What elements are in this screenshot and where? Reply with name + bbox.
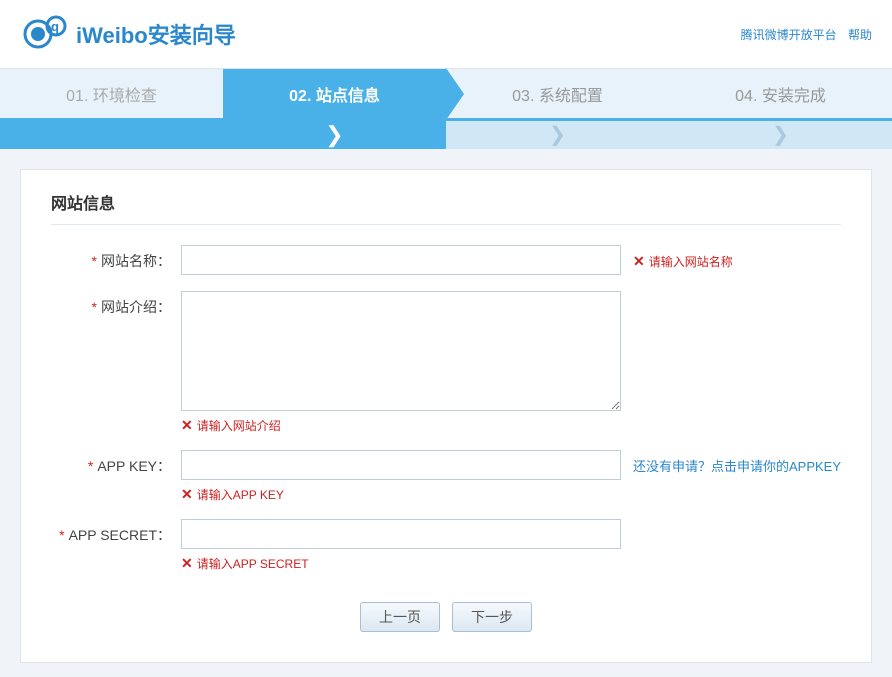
button-row: 上一页 下一步	[51, 602, 841, 632]
app-secret-field-wrapper: ✕ 请输入APP SECRET	[181, 519, 621, 572]
header-links: 腾讯微博开放平台 帮助	[733, 26, 872, 43]
step-4: 04. 安装完成	[669, 69, 892, 118]
site-intro-row: *网站介绍： ✕ 请输入网站介绍	[51, 291, 841, 434]
step-nav: 01. 环境检查 02. 站点信息 03. 系统配置 04. 安装完成	[0, 69, 892, 121]
arrow-3: ❯	[446, 121, 669, 149]
logo-area: q iWeibo安装向导	[20, 10, 236, 58]
arrow-row: ❯ ❯ ❯	[0, 121, 892, 149]
app-key-field-wrapper: 还没有申请？点击申请你的APPKEY ✕ 请输入APP KEY	[181, 450, 841, 503]
site-name-row: *网站名称： ✕ 请输入网站名称	[51, 245, 841, 275]
app-secret-input[interactable]	[181, 519, 621, 549]
site-name-field-wrapper: ✕ 请输入网站名称	[181, 245, 733, 275]
site-name-error: ✕ 请输入网站名称	[633, 253, 733, 270]
step-1: 01. 环境检查	[0, 69, 223, 118]
help-link[interactable]: 帮助	[848, 28, 872, 42]
step-2: 02. 站点信息	[223, 69, 446, 118]
main-content: 网站信息 *网站名称： ✕ 请输入网站名称 *网站介绍： ✕ 请输入网站介绍	[20, 169, 872, 663]
logo-icon: q	[20, 10, 68, 58]
app-secret-error: ✕ 请输入APP SECRET	[181, 555, 621, 572]
svg-text:q: q	[51, 19, 59, 34]
site-intro-error-icon: ✕	[181, 417, 193, 434]
site-intro-input[interactable]	[181, 291, 621, 411]
site-name-label: *网站名称：	[51, 245, 181, 271]
site-intro-field-wrapper: ✕ 请输入网站介绍	[181, 291, 621, 434]
site-intro-label: *网站介绍：	[51, 291, 181, 317]
section-title: 网站信息	[51, 190, 841, 225]
app-key-row: *APP KEY： 还没有申请？点击申请你的APPKEY ✕ 请输入APP KE…	[51, 450, 841, 503]
app-secret-row: *APP SECRET： ✕ 请输入APP SECRET	[51, 519, 841, 572]
app-key-label: *APP KEY：	[51, 450, 181, 476]
logo-text: iWeibo安装向导	[76, 18, 236, 50]
header: q iWeibo安装向导 腾讯微博开放平台 帮助	[0, 0, 892, 69]
app-key-error: ✕ 请输入APP KEY	[181, 486, 841, 503]
arrow-2: ❯	[223, 121, 446, 149]
app-key-input[interactable]	[181, 450, 621, 480]
site-name-error-icon: ✕	[633, 253, 645, 270]
site-intro-error: ✕ 请输入网站介绍	[181, 417, 621, 434]
prev-button[interactable]: 上一页	[360, 602, 440, 632]
app-key-hint-link[interactable]: 还没有申请？点击申请你的APPKEY	[633, 456, 841, 475]
platform-link[interactable]: 腾讯微博开放平台	[741, 28, 837, 42]
arrow-1	[0, 121, 223, 149]
arrow-4: ❯	[669, 121, 892, 149]
app-key-error-icon: ✕	[181, 486, 193, 503]
step-3: 03. 系统配置	[446, 69, 669, 118]
app-secret-error-icon: ✕	[181, 555, 193, 572]
app-secret-label: *APP SECRET：	[51, 519, 181, 545]
next-button[interactable]: 下一步	[452, 602, 532, 632]
site-name-input[interactable]	[181, 245, 621, 275]
